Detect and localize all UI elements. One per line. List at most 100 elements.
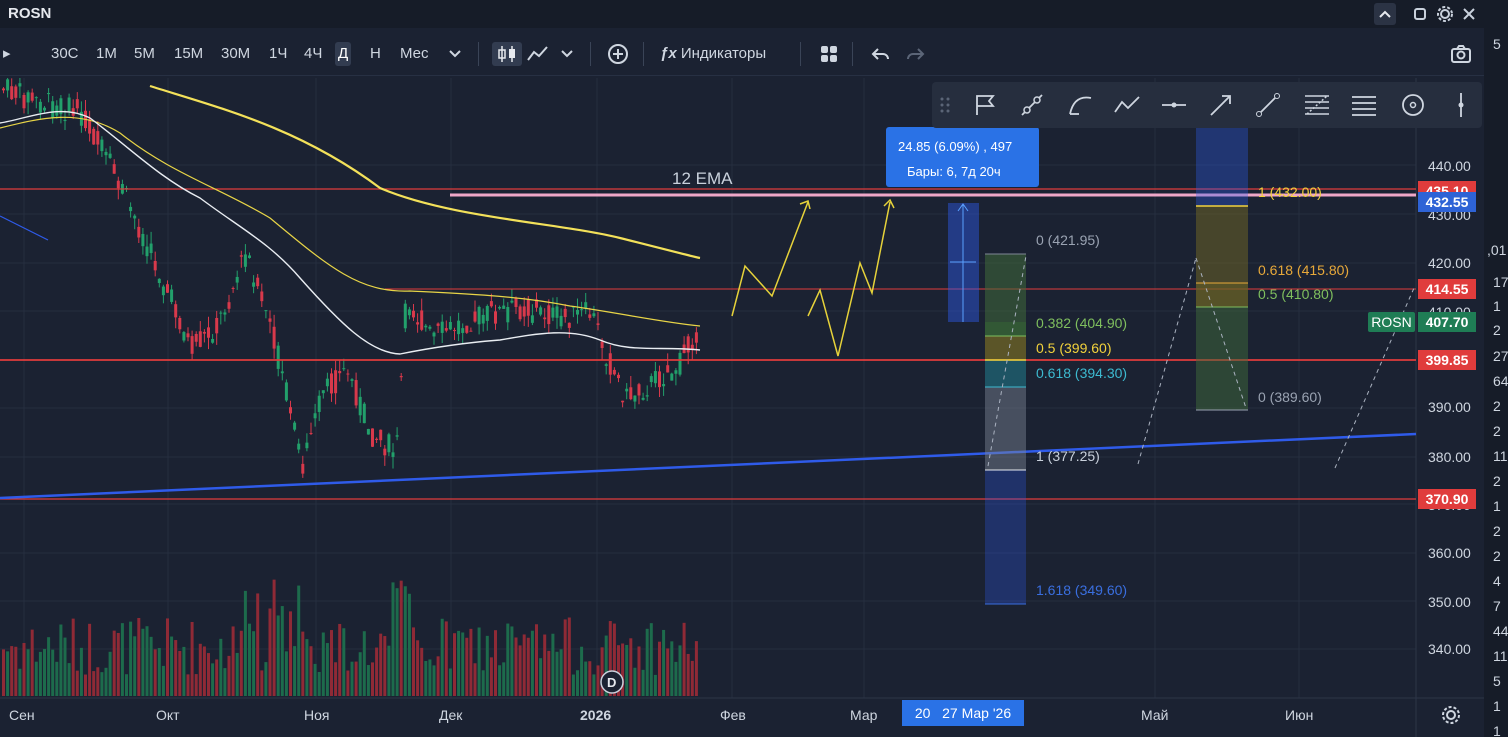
- candle-body: [489, 301, 493, 307]
- volume-bar: [465, 637, 469, 696]
- volume-bar: [289, 611, 292, 696]
- arrow-icon[interactable]: [1206, 90, 1236, 120]
- volume-bar: [350, 661, 354, 696]
- volume-bar: [387, 645, 391, 696]
- volume-bar: [100, 672, 104, 696]
- timeframe-day[interactable]: Д: [335, 42, 352, 66]
- timeframe-1h[interactable]: 1Ч: [266, 42, 290, 66]
- fib-retracement-1[interactable]: 0 (421.95) 0.382 (404.90) 0.5 (399.60) 0…: [985, 232, 1127, 605]
- timeframe-30m[interactable]: 30М: [218, 42, 253, 66]
- fib-retracement-icon[interactable]: [1302, 90, 1332, 120]
- price-axis[interactable]: 440.00 430.00 420.00 410.00 390.00 380.0…: [1428, 158, 1471, 657]
- volume-bar: [514, 637, 518, 696]
- volume-bar: [321, 632, 325, 696]
- volume-bar: [461, 632, 465, 696]
- drawing-toolbar: [932, 82, 1482, 128]
- drag-handle-icon[interactable]: [936, 90, 954, 120]
- time-label: Дек: [439, 707, 463, 723]
- candle-body: [440, 321, 444, 333]
- volume-bar: [649, 623, 653, 696]
- flag-icon[interactable]: [970, 90, 1000, 120]
- candles-icon[interactable]: [492, 42, 522, 66]
- ray-icon[interactable]: [1017, 90, 1047, 120]
- polyline-icon[interactable]: [1112, 90, 1142, 120]
- line-chart-icon[interactable]: [522, 42, 554, 66]
- candle-body: [543, 317, 547, 320]
- indicators-button[interactable]: ƒx Индикаторы: [657, 42, 769, 66]
- volume-bar: [694, 641, 698, 696]
- chart-settings-icon[interactable]: [1440, 704, 1462, 726]
- chart-type-chevron-icon[interactable]: [556, 42, 578, 66]
- timeframe-30s[interactable]: 30С: [48, 42, 82, 66]
- candle-body: [211, 338, 215, 343]
- timeframe-week[interactable]: Н: [367, 42, 384, 66]
- fib1-level-0618: 0.618 (394.30): [1036, 365, 1127, 381]
- volume-bar: [92, 671, 96, 696]
- candle-body: [14, 86, 18, 98]
- add-compare-icon[interactable]: [603, 42, 633, 66]
- close-icon[interactable]: [1458, 3, 1480, 25]
- camera-icon[interactable]: [1446, 42, 1476, 66]
- candle-body: [678, 352, 682, 375]
- candle-body: [219, 312, 223, 314]
- timeframe-dropdown-chevron-icon[interactable]: [444, 42, 466, 66]
- volume-bar: [481, 670, 485, 696]
- candle-body: [539, 307, 543, 315]
- volume-bar: [547, 650, 551, 696]
- collapse-handle-icon[interactable]: ▸: [0, 42, 14, 66]
- candle-body: [580, 309, 584, 311]
- volume-bar: [280, 606, 284, 696]
- strip-value: 4: [1493, 573, 1501, 589]
- timeframe-5m[interactable]: 5М: [131, 42, 158, 66]
- circle-icon[interactable]: [1398, 90, 1428, 120]
- chevron-up-icon[interactable]: [1374, 3, 1396, 25]
- timeframe-4h[interactable]: 4Ч: [301, 42, 325, 66]
- strip-value: 64: [1493, 373, 1508, 389]
- volume-bar: [75, 670, 79, 696]
- candle-body: [403, 303, 407, 329]
- timeframe-1m[interactable]: 1М: [93, 42, 120, 66]
- volume-bar: [342, 628, 346, 696]
- undo-icon[interactable]: [866, 42, 896, 66]
- candle-body: [108, 153, 112, 158]
- forecast-zigzag-1[interactable]: [731, 201, 809, 317]
- strip-value: 44: [1493, 623, 1508, 639]
- parallel-channel-icon[interactable]: [1349, 90, 1379, 120]
- timeframe-15m[interactable]: 15М: [171, 42, 206, 66]
- candle-body: [248, 255, 251, 258]
- volume-bar: [662, 629, 666, 696]
- layouts-icon[interactable]: [814, 42, 844, 66]
- trend-line-icon[interactable]: [1253, 90, 1283, 120]
- fib1-level-05: 0.5 (399.60): [1036, 340, 1112, 356]
- candle-body: [391, 452, 395, 457]
- volume-bar: [477, 627, 481, 696]
- candle-body: [502, 305, 506, 309]
- candle-body: [63, 119, 67, 122]
- redo-icon[interactable]: [900, 42, 930, 66]
- volume-bar: [293, 646, 297, 696]
- candle-body: [530, 315, 534, 323]
- volume-bar: [301, 631, 305, 696]
- vertical-line-icon[interactable]: [1446, 90, 1476, 120]
- fib-retracement-2[interactable]: 1 (432.00) 0.618 (415.80) 0.5 (410.80) 0…: [1137, 128, 1415, 469]
- maximize-icon[interactable]: [1409, 3, 1431, 25]
- volume-bar: [198, 643, 202, 696]
- volume-bar: [256, 593, 260, 696]
- gear-icon[interactable]: [1434, 3, 1456, 25]
- volume-bar: [633, 667, 637, 696]
- volume-bar: [116, 632, 120, 696]
- candle-body: [629, 387, 633, 400]
- candle-body: [256, 277, 260, 287]
- volume-bar: [309, 646, 313, 696]
- blue-trendline[interactable]: [0, 432, 1417, 500]
- candle-body: [506, 307, 510, 323]
- forecast-zigzag-2[interactable]: [807, 201, 891, 357]
- price-chart[interactable]: 12 EMA 24.85 (6.09%) , 497 Бары: 6, 7д 2…: [0, 78, 1484, 737]
- candle-body: [182, 332, 186, 341]
- horizontal-line-icon[interactable]: [1159, 90, 1189, 120]
- timeframe-month[interactable]: Мес: [397, 42, 432, 66]
- candle-body: [617, 374, 620, 379]
- volume-bar: [354, 661, 358, 696]
- curve-icon[interactable]: [1065, 90, 1095, 120]
- candle-body: [141, 233, 145, 247]
